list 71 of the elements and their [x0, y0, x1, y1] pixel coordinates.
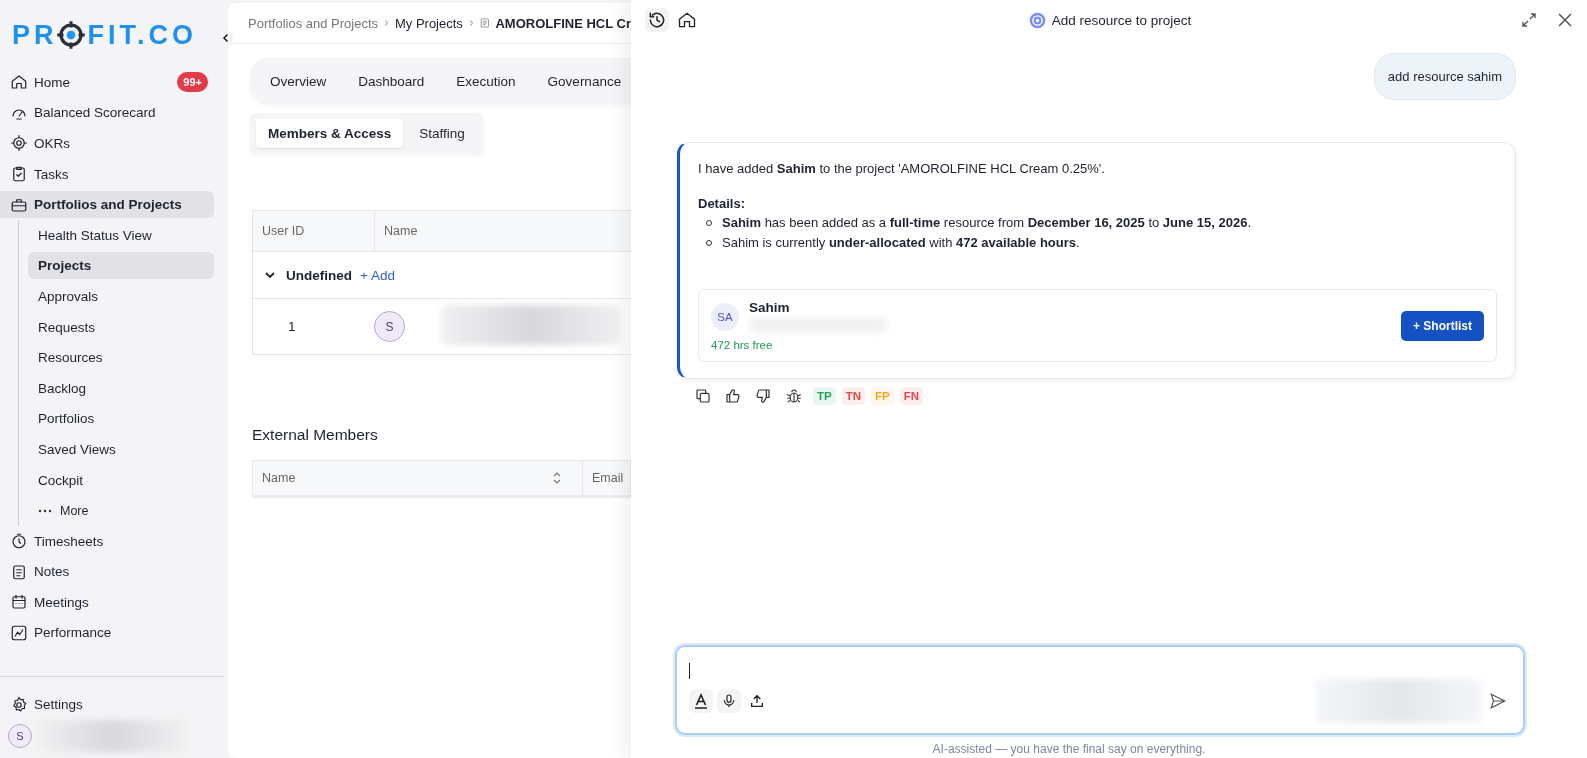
breadcrumb-link[interactable]: Portfolios and Projects	[248, 15, 379, 31]
add-link[interactable]: + Add	[360, 267, 395, 283]
nav-subitem[interactable]: Approvals	[28, 282, 214, 310]
text-format-icon[interactable]	[689, 689, 713, 713]
details-label: Details:	[698, 196, 746, 211]
tab[interactable]: Execution	[444, 67, 528, 95]
subtab[interactable]: Staffing	[407, 119, 477, 148]
ellipsis-icon	[38, 508, 52, 513]
user-avatar: S	[374, 311, 405, 342]
nav-item[interactable]: OKRs	[0, 130, 214, 157]
calendar-icon	[10, 593, 28, 612]
settings-link[interactable]: Settings	[0, 691, 210, 718]
settings-icon	[10, 695, 28, 714]
shortlist-button[interactable]: + Shortlist	[1401, 310, 1484, 341]
resource-name: Sahim	[749, 300, 791, 315]
chevron-left-icon[interactable]	[222, 33, 230, 43]
bullet-text: Sahim is currently under-allocated with 472 available hours.	[722, 234, 1080, 252]
column-header: User ID	[253, 211, 375, 251]
initials-avatar: SA	[711, 302, 739, 331]
stopwatch-icon	[10, 532, 28, 551]
column-header[interactable]: Email	[582, 461, 624, 495]
nav-item[interactable]: Timesheets	[0, 527, 214, 555]
nav-subitem[interactable]: Projects	[28, 252, 214, 280]
bullet-text: Sahim has been added as a full-time resource from December 16, 2025 to June 15, 2026.	[722, 214, 1252, 232]
nav-subitem[interactable]: Resources	[28, 344, 214, 372]
breadcrumb-current: AMOROLFINE HCL Cr	[495, 15, 631, 31]
section-title: External Members	[252, 426, 379, 444]
nav-item[interactable]: Home 99+	[0, 68, 214, 96]
nav-subitem[interactable]: Backlog	[28, 374, 214, 402]
nav-item[interactable]: Tasks	[0, 160, 214, 188]
microphone-icon[interactable]	[717, 689, 741, 713]
nav-item[interactable]: Meetings	[0, 588, 214, 616]
sort-icon[interactable]	[552, 471, 562, 485]
user-message: add resource sahim	[1373, 53, 1516, 100]
column-header[interactable]: Name	[253, 471, 552, 485]
subtab[interactable]: Members & Access	[256, 119, 404, 148]
chevron-icon[interactable]	[264, 269, 276, 281]
breadcrumb-link[interactable]: My Projects	[394, 15, 463, 31]
nav-subitem[interactable]: Health Status View	[28, 221, 214, 249]
column-header: Name	[383, 224, 418, 238]
clipboard-icon	[10, 165, 28, 184]
panel-title: Add resource to project	[1051, 12, 1192, 28]
nav-item[interactable]: Notes	[0, 558, 214, 586]
chevron-icon	[384, 19, 389, 27]
target-icon	[1028, 11, 1046, 29]
message-text: I have added Sahim to the project 'AMOROLFINE HCL Cream 0.25%'.	[698, 161, 1106, 176]
nav-subitem[interactable]: Cockpit	[28, 466, 214, 494]
nav-subitem[interactable]: Saved Views	[28, 435, 214, 463]
group-label: Undefined	[286, 267, 352, 283]
chevron-icon	[468, 19, 474, 27]
tab[interactable]: Overview	[258, 67, 339, 95]
tab[interactable]: Dashboard	[346, 67, 437, 95]
availability-text: 472 hrs free	[711, 339, 774, 351]
more-link[interactable]: More	[28, 497, 214, 525]
table-cell-text: 1	[287, 319, 297, 334]
nav-subitem[interactable]: Requests	[28, 313, 214, 341]
history-icon[interactable]	[645, 8, 669, 32]
disclaimer-text: AI-assisted — you have the final say on everything.	[931, 741, 1207, 758]
nav-subitem[interactable]: Portfolios	[28, 405, 214, 433]
home-icon	[10, 73, 28, 92]
expand-icon[interactable]	[1519, 10, 1539, 30]
notification-badge: 99+	[177, 72, 208, 93]
nav-item[interactable]: Balanced Scorecard	[0, 99, 214, 127]
nav-item[interactable]: Performance	[0, 619, 214, 647]
nav-item[interactable]: Portfolios and Projects	[0, 191, 214, 219]
user-avatar[interactable]: S	[8, 724, 32, 748]
document-icon	[479, 17, 490, 29]
target-icon	[10, 134, 28, 153]
message-input[interactable]	[675, 645, 1525, 735]
tab[interactable]: Governance	[535, 67, 631, 95]
notes-icon	[10, 562, 28, 581]
